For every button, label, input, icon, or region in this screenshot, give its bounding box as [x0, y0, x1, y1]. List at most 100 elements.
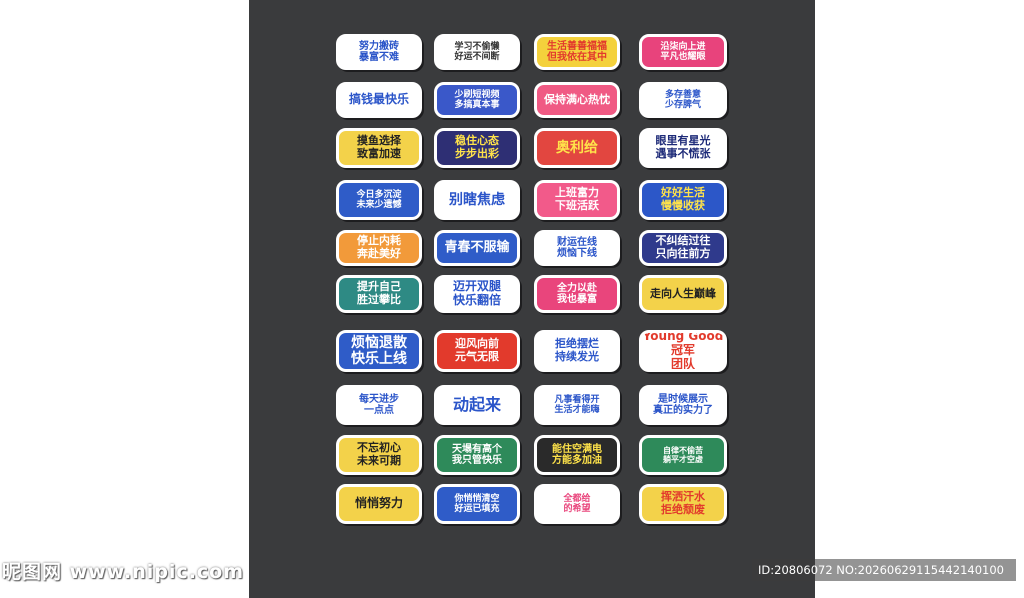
sticker-37: 悄悄努力	[336, 484, 422, 524]
sticker-34: 天塌有高个 我只管快乐	[434, 435, 520, 475]
sticker-text-line: 走向人生巅峰	[650, 286, 716, 300]
sticker-text-line: 好运不间断	[454, 52, 500, 62]
sticker-16: 好好生活 慢慢收获	[639, 180, 727, 220]
sticker-17: 停止内耗 奔赴美好	[336, 230, 422, 266]
sticker-text-line: 努力搬砖	[359, 40, 399, 52]
sticker-38: 你悄悄清空 好运已填充	[434, 484, 520, 524]
sticker-text-line: 但我依在其中	[547, 52, 607, 63]
sticker-text-line: 致富加速	[357, 147, 401, 160]
sticker-text-line: 少刷短视频	[454, 89, 500, 100]
sticker-text-line: 搞钱最快乐	[348, 92, 409, 107]
sticker-text-line: 快乐上线	[351, 351, 407, 367]
sticker-text-line: 全力以赴	[557, 282, 597, 294]
sticker-text-line: 别瞎焦虑	[449, 191, 505, 208]
sticker-text-line: 每天进步	[359, 393, 399, 405]
sticker-2: 学习不偷懒 好运不间断	[434, 34, 520, 70]
sticker-3: 生活善善福福 但我依在其中	[534, 34, 620, 70]
sticker-40: 挥洒汗水 拒绝颓废	[639, 484, 727, 524]
sticker-11: 奥利给	[534, 128, 620, 168]
sticker-24: 走向人生巅峰	[639, 275, 727, 313]
sticker-33: 不忘初心 未来可期	[336, 435, 422, 475]
sticker-21: 提升自己 胜过攀比	[336, 275, 422, 313]
sticker-18: 青春不服输	[434, 230, 520, 266]
sticker-text-line: 学习不偷懒	[454, 41, 500, 52]
sticker-text-line: 多存善意	[664, 89, 701, 100]
sticker-1: 努力搬砖 暴富不难	[336, 34, 422, 70]
sticker-22: 迈开双腿 快乐翻倍	[434, 275, 520, 313]
sticker-31: 凡事看得开 生活才能嗨	[534, 385, 620, 425]
sticker-text-line: 奥利给	[556, 139, 598, 156]
sticker-text-line: 下班活跃	[555, 199, 599, 212]
sticker-text-line: 生活才能嗨	[554, 405, 600, 415]
sticker-27: 拒绝摆烂 持续发光	[534, 330, 620, 372]
sticker-text-line: 是时候展示	[658, 393, 708, 405]
sticker-20: 不纠结过往 只向往前方	[639, 230, 727, 266]
sticker-9: 摸鱼选择 致富加速	[336, 128, 422, 168]
sticker-text-line: 胜过攀比	[357, 293, 401, 306]
sticker-text-line: 自律不偷苦	[663, 445, 703, 455]
sticker-text-line: 步步出彩	[455, 147, 499, 160]
sticker-36: 自律不偷苦 躺平才空虚	[639, 435, 727, 475]
sticker-text-line: 动起来	[452, 394, 501, 414]
sticker-text-line: 烦恼退散	[351, 334, 407, 351]
sticker-text-line: 暴富不难	[359, 52, 399, 63]
sticker-text-line: 我只管快乐	[452, 455, 502, 466]
sticker-39: 全都给 的希望	[534, 484, 620, 524]
sticker-35: 能住空满电 方能多加油	[534, 435, 620, 475]
sticker-text-line: 今日多沉淀	[356, 189, 402, 200]
sticker-29: 每天进步 一点点	[336, 385, 422, 425]
sticker-text-line: 奔赴美好	[357, 247, 401, 260]
sticker-text-line: 保持满心热忱	[544, 92, 610, 106]
sticker-7: 保持满心热忱	[534, 82, 620, 118]
sticker-text-line: 迈开双腿	[452, 279, 501, 294]
sticker-text-line: 一点点	[364, 405, 394, 416]
sticker-text-line: 我也暴富	[557, 294, 597, 305]
sticker-text-line: 冠军	[670, 343, 695, 358]
sticker-text-line: 财运在线	[557, 236, 597, 248]
sticker-text-line: 躺平才空虚	[663, 455, 703, 464]
sticker-13: 今日多沉淀 未来少遗憾	[336, 180, 422, 220]
sticker-text-line: 少存脾气	[664, 100, 701, 110]
sticker-text-line: 持续发光	[555, 350, 599, 363]
sticker-text-line: 全都给	[563, 493, 591, 504]
sticker-text-line: 生活善善福福	[547, 40, 607, 52]
sticker-14: 别瞎焦虑	[434, 180, 520, 220]
sticker-text-line: 真正的实力了	[653, 405, 713, 416]
sticker-15: 上班富力 下班活跃	[534, 180, 620, 220]
sticker-text-line: 能住空满电	[552, 443, 602, 455]
sticker-text-line: 悄悄努力	[354, 496, 403, 511]
sticker-text-line: 你悄悄清空	[454, 493, 500, 504]
site-watermark: 昵图网 www.nipic.com	[2, 561, 245, 583]
sticker-4: 沿柒向上进 平凡也耀眼	[639, 34, 727, 70]
sticker-30: 动起来	[434, 385, 520, 425]
sticker-text-line: 好运已填充	[454, 504, 500, 514]
sticker-12: 眼里有星光 遇事不慌张	[639, 128, 727, 168]
sticker-text-line: 拒绝颓废	[661, 503, 705, 516]
sticker-text-line: 方能多加油	[552, 455, 602, 466]
sticker-6: 少刷短视频 多搞真本事	[434, 82, 520, 118]
sticker-text-line: 凡事看得开	[554, 394, 600, 405]
sticker-5: 搞钱最快乐	[336, 82, 422, 118]
sticker-text-line: 烦恼下线	[557, 248, 597, 259]
sticker-26: 迎风向前 元气无限	[434, 330, 520, 372]
sticker-text-line: 遇事不慌张	[655, 147, 711, 160]
sticker-10: 稳住心态 步步出彩	[434, 128, 520, 168]
sticker-text-line: 的希望	[563, 504, 591, 514]
sticker-text-line: 只向往前方	[655, 247, 711, 260]
id-watermark: ID:20806072 NO:20260629115442140100	[752, 559, 1016, 581]
sticker-text-line: 未来可期	[357, 454, 401, 467]
sticker-text-line: 天塌有高个	[452, 443, 502, 455]
sticker-23: 全力以赴 我也暴富	[534, 275, 620, 313]
sticker-28: Young Good 冠军 团队	[639, 330, 727, 372]
sticker-text-line: 平凡也耀眼	[660, 52, 706, 62]
sticker-text-line: 快乐翻倍	[452, 293, 501, 307]
sticker-text-line: 团队	[670, 356, 695, 371]
sticker-25: 烦恼退散 快乐上线	[336, 330, 422, 372]
sticker-text-line: 沿柒向上进	[660, 41, 706, 52]
sticker-text-line: 元气无限	[455, 350, 499, 363]
sticker-text-line: 慢慢收获	[661, 199, 705, 212]
sticker-8: 多存善意 少存脾气	[639, 82, 727, 118]
sticker-board: 努力搬砖 暴富不难 学习不偷懒 好运不间断 生活善善福福 但我依在其中 沿柒向上进 平凡也耀眼…	[249, 0, 815, 598]
sticker-19: 财运在线 烦恼下线	[534, 230, 620, 266]
sticker-text-line: 未来少遗憾	[356, 200, 402, 210]
